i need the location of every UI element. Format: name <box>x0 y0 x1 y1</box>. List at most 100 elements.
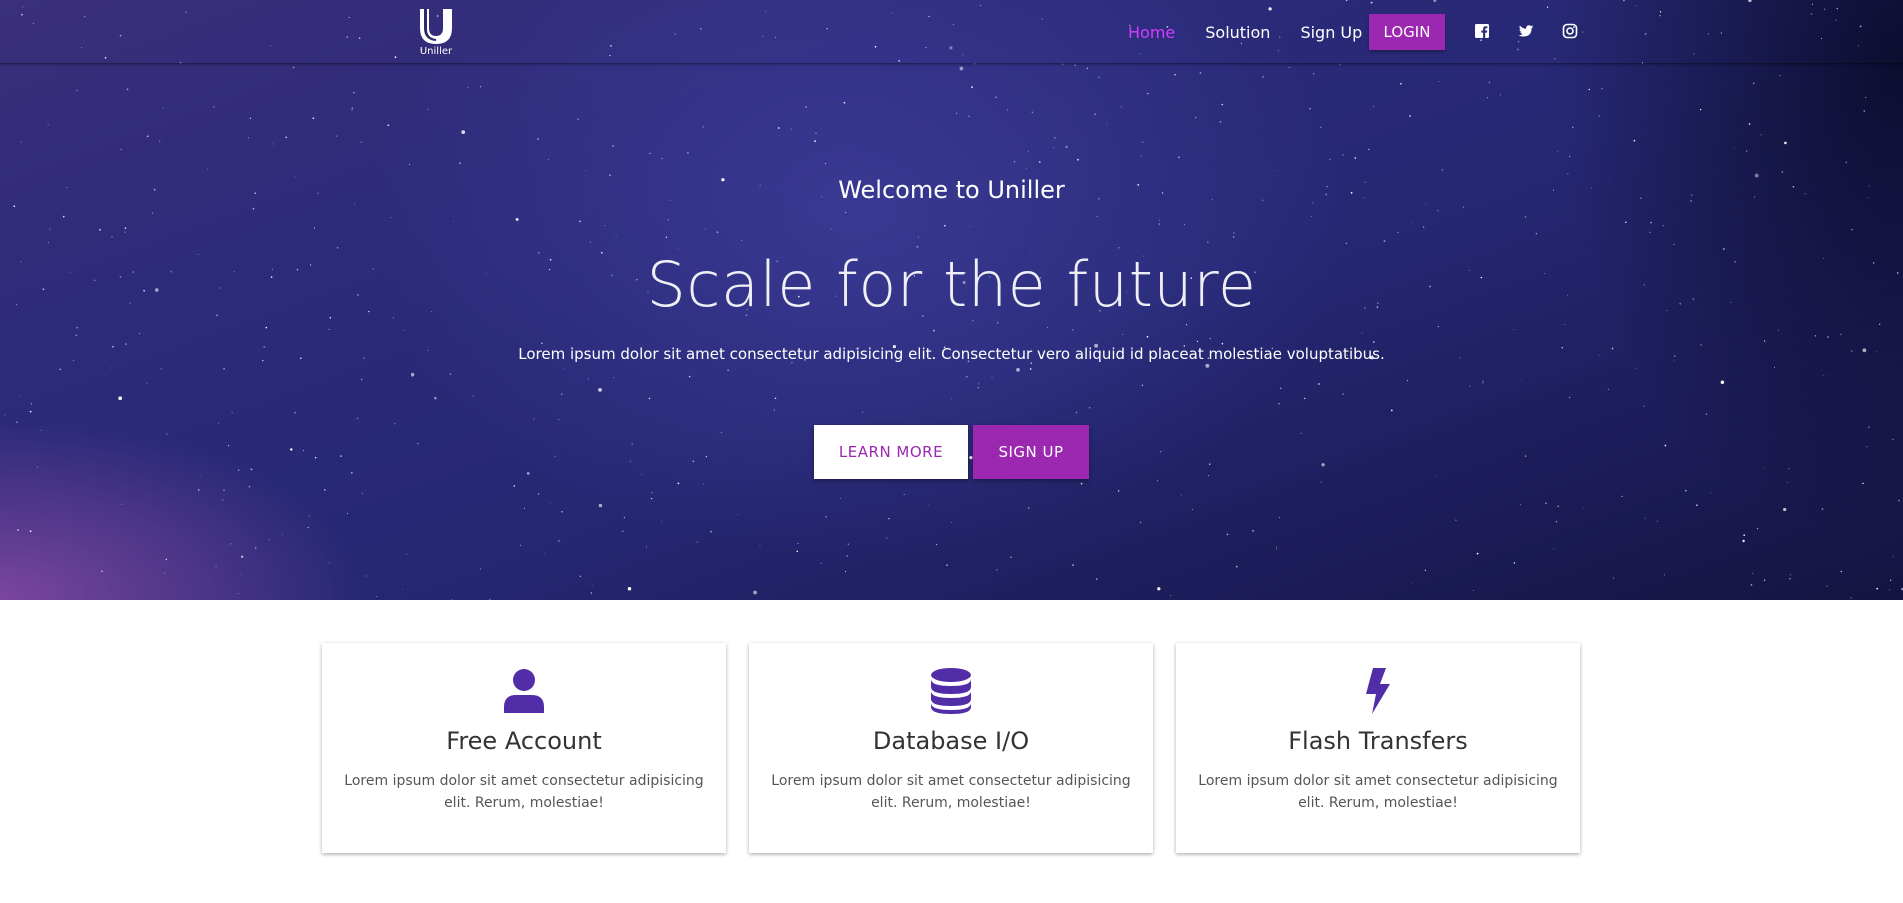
star <box>250 468 253 471</box>
star <box>307 526 310 529</box>
star <box>1845 161 1848 164</box>
star <box>1178 156 1180 158</box>
brand-logo[interactable]: Uniller <box>410 6 462 62</box>
nav-item-solution[interactable]: Solution <box>1205 23 1270 42</box>
nav-links: Home Solution Sign Up <box>1128 14 1392 50</box>
star <box>584 170 586 172</box>
star <box>888 517 890 520</box>
star <box>1656 520 1658 522</box>
star <box>198 489 200 491</box>
star <box>716 231 719 233</box>
star <box>1598 115 1600 117</box>
hero-headline: Scale for the future <box>646 248 1257 321</box>
star <box>840 498 841 499</box>
star <box>805 106 807 108</box>
star <box>753 590 757 595</box>
star <box>604 225 606 227</box>
star <box>1013 160 1016 163</box>
learn-more-button[interactable]: LEARN MORE <box>814 425 968 479</box>
star <box>773 409 775 411</box>
star <box>237 469 240 471</box>
star <box>554 455 556 457</box>
star <box>1053 147 1055 149</box>
star <box>1789 574 1791 576</box>
star <box>590 592 593 594</box>
star <box>933 329 935 332</box>
star <box>404 330 405 331</box>
star <box>124 227 127 230</box>
star <box>1158 223 1160 225</box>
star <box>434 396 437 400</box>
star <box>1016 367 1020 372</box>
star <box>1699 108 1702 111</box>
feature-title: Flash Transfers <box>1288 727 1468 755</box>
twitter-icon[interactable] <box>1517 22 1535 40</box>
star <box>661 520 663 522</box>
star <box>408 163 410 165</box>
star <box>1601 87 1603 90</box>
star <box>312 117 315 120</box>
star <box>1411 221 1412 223</box>
star <box>1361 332 1363 334</box>
star <box>101 570 103 572</box>
star <box>1339 63 1341 65</box>
star <box>329 562 331 564</box>
star <box>1663 574 1666 576</box>
star <box>1157 587 1161 591</box>
star <box>1435 474 1436 476</box>
star <box>759 545 761 547</box>
star <box>1763 579 1766 581</box>
feature-title: Database I/O <box>872 727 1030 755</box>
star <box>1476 552 1479 555</box>
star <box>687 152 689 154</box>
star <box>577 118 579 121</box>
star <box>265 326 268 329</box>
star <box>1235 565 1238 568</box>
star <box>1106 122 1108 124</box>
star <box>727 369 729 372</box>
star <box>645 546 648 548</box>
star <box>1662 225 1664 227</box>
facebook-icon[interactable] <box>1473 22 1491 40</box>
star <box>1354 157 1357 159</box>
star <box>1423 226 1425 228</box>
star <box>927 504 929 505</box>
star <box>165 558 167 561</box>
u-logo-icon <box>420 9 452 44</box>
star <box>1196 340 1199 343</box>
star <box>844 212 846 214</box>
star <box>1750 584 1753 586</box>
star <box>1635 367 1637 369</box>
star <box>1026 168 1027 170</box>
star <box>1826 585 1828 587</box>
star <box>1535 232 1538 235</box>
nav-item-home[interactable]: Home <box>1128 23 1175 42</box>
star <box>151 212 153 214</box>
star <box>692 460 695 463</box>
star <box>1455 519 1457 521</box>
star <box>777 127 780 129</box>
star <box>1209 338 1211 340</box>
star <box>405 553 407 555</box>
star <box>737 514 739 515</box>
star <box>1094 113 1096 115</box>
star <box>1086 67 1089 70</box>
instagram-icon[interactable] <box>1561 22 1579 40</box>
login-button[interactable]: LOGIN <box>1369 14 1445 50</box>
star <box>213 106 215 108</box>
star <box>411 375 414 378</box>
sign-up-button[interactable]: SIGN UP <box>973 425 1089 479</box>
star <box>649 152 651 154</box>
bolt-icon <box>1366 668 1390 714</box>
star <box>631 443 633 445</box>
star <box>417 442 419 445</box>
star <box>1288 67 1290 68</box>
star <box>1572 126 1574 128</box>
star <box>20 141 22 143</box>
brand-name: Uniller <box>419 46 453 57</box>
star <box>1219 121 1222 123</box>
star <box>36 466 38 468</box>
star <box>340 455 342 457</box>
nav-item-sign-up[interactable]: Sign Up <box>1300 23 1362 42</box>
star <box>1746 150 1748 152</box>
